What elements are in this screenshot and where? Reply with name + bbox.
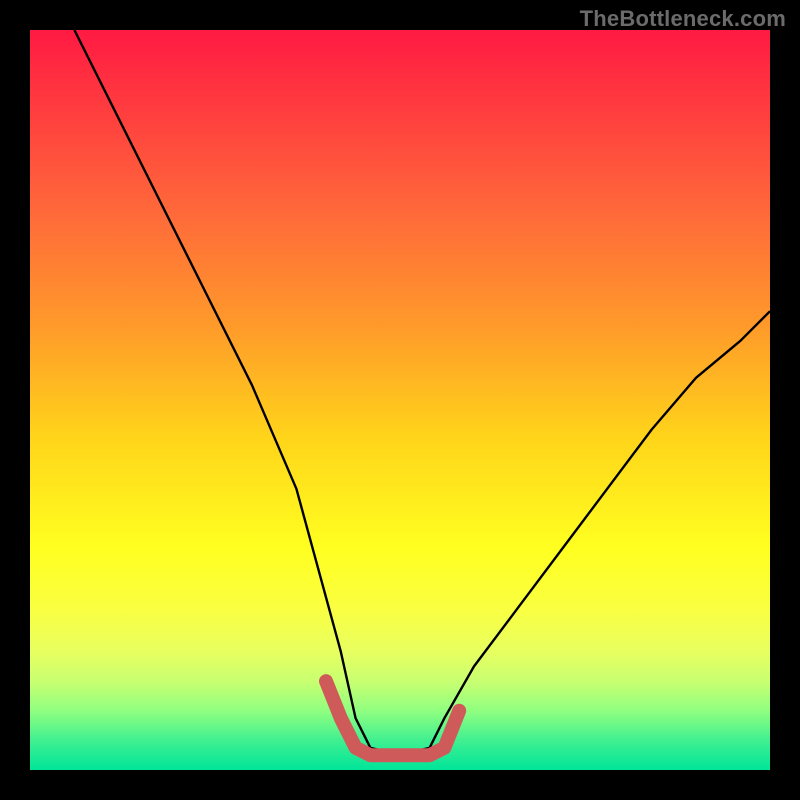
- watermark-text: TheBottleneck.com: [580, 6, 786, 32]
- main-curve: [74, 30, 770, 755]
- chart-plot-area: [30, 30, 770, 770]
- chart-svg: [30, 30, 770, 770]
- bottom-notch: [326, 681, 459, 755]
- chart-frame: TheBottleneck.com: [0, 0, 800, 800]
